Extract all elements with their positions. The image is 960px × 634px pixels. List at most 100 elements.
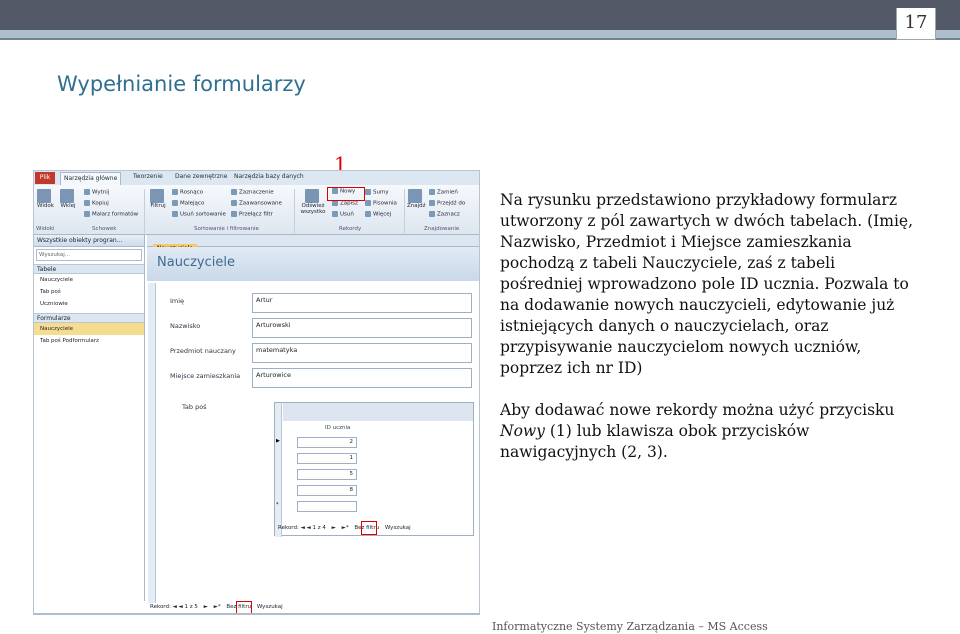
replace-icon: [429, 189, 435, 195]
subform-row[interactable]: 8: [297, 485, 357, 496]
toggle-filter-button[interactable]: Przełącz filtr: [231, 211, 273, 218]
refresh-icon: [305, 189, 319, 203]
subform-column-id-ucznia: ID ucznia: [325, 425, 351, 431]
label-przedmiot: Przedmiot nauczany: [170, 347, 236, 355]
tab-external-data[interactable]: Dane zewnętrzne: [175, 173, 227, 180]
accent-line: [0, 38, 960, 40]
page-number: 17: [896, 8, 936, 40]
highlight-new-button: [327, 187, 365, 201]
subform-row[interactable]: 5: [297, 469, 357, 480]
nav-item-form-tab-pos-sub[interactable]: Tab poś Podformularz: [34, 335, 144, 347]
format-painter-button[interactable]: Malarz formatów: [84, 211, 138, 218]
label-imie: Imię: [170, 297, 185, 305]
subform-row[interactable]: 1: [297, 453, 357, 464]
subform-search-box[interactable]: Wyszukaj: [385, 525, 411, 531]
subform-record-selector[interactable]: [275, 403, 282, 537]
sigma-icon: [365, 189, 371, 195]
copy-button[interactable]: Kopiuj: [84, 200, 109, 207]
record-selector[interactable]: [148, 283, 156, 603]
tab-database-tools[interactable]: Narzędzia bazy danych: [234, 173, 304, 180]
subform-next-record-button[interactable]: ►: [332, 525, 336, 531]
field-nazwisko[interactable]: Arturowski: [252, 318, 472, 338]
paste-button[interactable]: Wklej: [60, 189, 76, 209]
delete-button[interactable]: Usuń: [332, 211, 354, 218]
tab-home[interactable]: Narzędzia główne: [60, 172, 122, 185]
paste-icon: [60, 189, 74, 203]
subform-record-counter: Rekord: ◄ ◄ 1 z 4: [278, 525, 326, 531]
form-document: Nauczyciele Nauczyciele Imię Artur Nazwi…: [147, 235, 479, 610]
nav-section-forms[interactable]: Formularze: [34, 313, 144, 323]
subform-record-navigation: Rekord: ◄ ◄ 1 z 4 ► ►* Bez filtru Wyszuk…: [278, 525, 415, 535]
subform-new-record-button[interactable]: ►*: [342, 525, 349, 531]
nav-item-table-nauczyciele[interactable]: Nauczyciele: [34, 274, 144, 286]
sort-desc-icon: [172, 200, 178, 206]
new-row-marker: *: [276, 502, 279, 508]
sort-descending-button[interactable]: Malejąco: [172, 200, 204, 207]
main-next-record-button[interactable]: ►: [204, 604, 208, 610]
group-records: Rekordy: [339, 226, 362, 232]
totals-button[interactable]: Sumy: [365, 189, 389, 196]
nav-item-form-nauczyciele[interactable]: Nauczyciele: [34, 323, 144, 335]
replace-button[interactable]: Zamień: [429, 189, 458, 196]
ribbon-tabs: Plik Narzędzia główne Tworzenie Dane zew…: [34, 171, 479, 185]
group-sort-filter: Sortowanie i filtrowanie: [194, 226, 259, 232]
paragraph-1: Na rysunku przedstawiono przykładowy for…: [500, 191, 914, 377]
group-views: Widoki: [36, 226, 55, 232]
more-button[interactable]: Więcej: [365, 211, 391, 218]
funnel-icon: [150, 189, 164, 203]
group-find: Znajdowanie: [424, 226, 460, 232]
advanced-button[interactable]: Zaawansowane: [231, 200, 282, 207]
advanced-icon: [231, 200, 237, 206]
view-button[interactable]: Widok: [37, 189, 54, 209]
body-text: Na rysunku przedstawiono przykładowy for…: [500, 190, 920, 484]
top-bar: [0, 0, 960, 30]
nav-section-tables[interactable]: Tabele: [34, 264, 144, 274]
cut-button[interactable]: Wytnij: [84, 189, 109, 196]
sort-ascending-button[interactable]: Rosnąco: [172, 189, 203, 196]
goto-button[interactable]: Przejdź do: [429, 200, 465, 207]
main-new-record-button[interactable]: ►*: [214, 604, 221, 610]
access-screenshot: Plik Narzędzia główne Tworzenie Dane zew…: [33, 170, 480, 615]
remove-sort-button[interactable]: Usuń sortowanie: [172, 211, 226, 218]
nav-header[interactable]: Wszystkie obiekty progran...: [34, 235, 144, 247]
accent-bar: [0, 30, 960, 38]
nav-item-table-uczniowie[interactable]: Uczniowie: [34, 298, 144, 310]
scissors-icon: [84, 189, 90, 195]
footer-line: [33, 613, 480, 615]
current-record-marker: ▶: [276, 438, 280, 444]
selection-button[interactable]: Zaznaczenie: [231, 189, 274, 196]
field-imie[interactable]: Artur: [252, 293, 472, 313]
spelling-button[interactable]: Pisownia: [365, 200, 397, 207]
field-miejsce[interactable]: Arturowice: [252, 368, 472, 388]
ribbon-separator: [144, 189, 145, 233]
select-button[interactable]: Zaznacz: [429, 211, 460, 218]
tab-file[interactable]: Plik: [35, 172, 55, 184]
view-icon: [37, 189, 51, 203]
navigation-pane: Wszystkie obiekty progran... Wyszukaj...…: [34, 235, 145, 601]
subform-row[interactable]: 2: [297, 437, 357, 448]
delete-icon: [332, 211, 338, 217]
selection-icon: [231, 189, 237, 195]
footer: Informatyczne Systemy Zarządzania – MS A…: [492, 620, 768, 633]
spelling-icon: [365, 200, 371, 206]
ribbon-separator: [404, 189, 405, 233]
nav-item-table-tab-pos[interactable]: Tab poś: [34, 286, 144, 298]
ribbon: Widok Wklej Wytnij Kopiuj Malarz formató…: [34, 185, 479, 235]
refresh-all-button[interactable]: Odśwież wszystko: [298, 189, 328, 215]
goto-icon: [429, 200, 435, 206]
nowy-italic: Nowy: [500, 422, 545, 440]
find-button[interactable]: Znajdź: [407, 189, 426, 209]
field-przedmiot[interactable]: matematyka: [252, 343, 472, 363]
filter-button[interactable]: Filtruj: [148, 189, 168, 209]
sort-asc-icon: [172, 189, 178, 195]
group-clipboard: Schowek: [92, 226, 117, 232]
tab-create[interactable]: Tworzenie: [133, 173, 163, 180]
main-search-box[interactable]: Wyszukaj: [257, 604, 283, 610]
subform-new-row[interactable]: [297, 501, 357, 512]
slide-title: Wypełnianie formularzy: [57, 72, 306, 96]
nav-search-input[interactable]: Wyszukaj...: [36, 249, 142, 261]
document-tab[interactable]: Nauczyciele: [147, 235, 479, 255]
copy-icon: [84, 200, 90, 206]
ribbon-separator: [294, 189, 295, 233]
select-icon: [429, 211, 435, 217]
